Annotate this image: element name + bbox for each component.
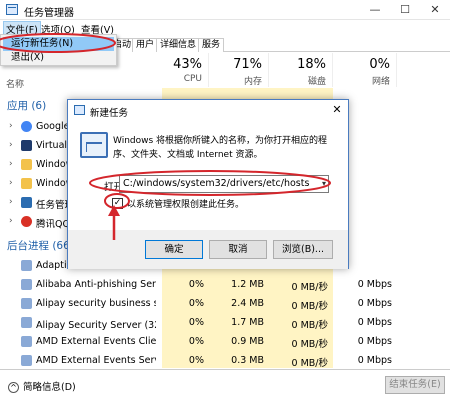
service-icon — [21, 317, 32, 328]
chevron-up-icon: ^ — [8, 382, 19, 393]
run-dialog-icon — [80, 132, 108, 158]
network-cell: 0 Mbps — [357, 317, 392, 328]
process-row[interactable]: Alipay Security Server (32 位) 0% 1.7 MB … — [0, 313, 450, 332]
file-menu-dropdown: 运行新任务(N) 退出(X) — [0, 34, 117, 66]
chevron-right-icon[interactable]: › — [9, 216, 13, 226]
disk-cell: 0 MB/秒 — [291, 320, 328, 331]
service-icon — [21, 336, 32, 347]
fewer-details-label: 简略信息(D) — [23, 382, 76, 393]
cpu-cell: 0% — [188, 317, 204, 328]
network-percent: 0% — [369, 57, 390, 72]
virtualbox-icon — [21, 140, 32, 151]
dialog-button-bar: 确定 取消 浏览(B)... — [68, 230, 348, 269]
chevron-right-icon[interactable]: › — [9, 140, 13, 150]
service-icon — [21, 355, 32, 366]
column-header-cpu[interactable]: 43% CPU — [162, 53, 209, 87]
minimize-button[interactable]: — — [360, 0, 390, 20]
chrome-icon — [21, 121, 32, 132]
dialog-close-button[interactable]: ✕ — [326, 100, 348, 121]
tab-details[interactable]: 详细信息 — [156, 38, 201, 52]
end-task-button[interactable]: 结束任务(E) — [385, 376, 445, 394]
menu-item-run-new-task[interactable]: 运行新任务(N) — [3, 37, 114, 51]
disk-percent: 18% — [297, 57, 326, 72]
memory-percent: 71% — [233, 57, 262, 72]
tab-services[interactable]: 服务 — [198, 38, 225, 52]
process-name: Alipay Security Server (32 位) — [36, 320, 156, 331]
disk-cell: 0 MB/秒 — [291, 301, 328, 312]
memory-cell: 0.3 MB — [231, 355, 264, 366]
maximize-button[interactable]: ☐ — [390, 0, 420, 20]
bottom-bar: ^ 简略信息(D) 结束任务(E) — [0, 369, 450, 401]
network-cell: 0 Mbps — [357, 355, 392, 366]
memory-cell: 0.9 MB — [231, 336, 264, 347]
column-header-memory[interactable]: 71% 内存 — [209, 53, 269, 87]
group-title-background: 后台进程 (66 — [7, 240, 70, 252]
qq-icon — [21, 216, 32, 227]
chevron-right-icon[interactable]: › — [9, 197, 13, 207]
process-name: AMD External Events Service... — [36, 355, 156, 366]
network-label: 网络 — [371, 77, 390, 87]
memory-cell: 1.7 MB — [231, 317, 264, 328]
folder-icon — [21, 159, 32, 170]
new-task-dialog: 新建任务 ✕ Windows 将根据你所键入的名称，为你打开相应的程序、文件夹、… — [67, 99, 349, 269]
task-manager-icon — [21, 197, 32, 208]
task-manager-icon — [6, 4, 18, 15]
run-icon — [74, 105, 85, 115]
disk-cell: 0 MB/秒 — [291, 282, 328, 293]
process-name: AMD External Events Client ... — [36, 336, 156, 347]
memory-cell: 2.4 MB — [231, 298, 264, 309]
cpu-percent: 43% — [173, 57, 202, 72]
process-row[interactable]: AMD External Events Client ... 0% 0.9 MB… — [0, 332, 450, 351]
disk-cell: 0 MB/秒 — [291, 339, 328, 350]
chevron-right-icon[interactable]: › — [9, 178, 13, 188]
service-icon — [21, 279, 32, 290]
cancel-button[interactable]: 取消 — [209, 240, 267, 259]
network-cell: 0 Mbps — [357, 298, 392, 309]
fewer-details-toggle[interactable]: ^ 简略信息(D) — [8, 379, 76, 393]
ok-button[interactable]: 确定 — [145, 240, 203, 259]
cpu-cell: 0% — [188, 298, 204, 309]
network-cell: 0 Mbps — [357, 336, 392, 347]
window-title: 任务管理器 — [24, 8, 74, 19]
memory-cell: 1.2 MB — [231, 279, 264, 290]
service-icon — [21, 298, 32, 309]
process-row[interactable]: AMD External Events Service... 0% 0.3 MB… — [0, 351, 450, 370]
menu-item-exit[interactable]: 退出(X) — [3, 51, 114, 65]
browse-button[interactable]: 浏览(B)... — [273, 240, 333, 259]
group-title-apps: 应用 (6) — [7, 100, 47, 112]
dialog-title: 新建任务 — [90, 108, 129, 119]
dropdown-arrow-icon[interactable]: ▾ — [319, 176, 329, 192]
open-input[interactable]: C:/windows/system32/drivers/etc/hosts — [119, 175, 329, 193]
close-button[interactable]: ✕ — [420, 0, 450, 20]
folder-icon — [21, 178, 32, 189]
network-cell: 0 Mbps — [357, 279, 392, 290]
chevron-right-icon[interactable]: › — [9, 159, 13, 169]
tab-users[interactable]: 用户 — [132, 38, 159, 52]
title-bar: 任务管理器 — ☐ ✕ — [0, 0, 450, 20]
cpu-cell: 0% — [188, 355, 204, 366]
dialog-description: Windows 将根据你所键入的名称，为你打开相应的程序、文件夹、文档或 Int… — [113, 136, 328, 160]
admin-checkbox[interactable]: ✓ — [112, 198, 123, 209]
disk-label: 磁盘 — [307, 77, 326, 87]
admin-checkbox-label: 以系统管理权限创建此任务。 — [127, 200, 245, 210]
chevron-right-icon[interactable]: › — [9, 121, 13, 131]
process-row[interactable]: Alipay security business servi... 0% 2.4… — [0, 294, 450, 313]
column-header-network[interactable]: 0% 网络 — [333, 53, 397, 87]
column-header-disk[interactable]: 18% 磁盘 — [269, 53, 333, 87]
service-icon — [21, 260, 32, 271]
cpu-label: CPU — [183, 74, 202, 84]
memory-label: 内存 — [243, 77, 262, 87]
process-name: Alibaba Anti-phishing Servic... — [36, 279, 156, 290]
column-header-name[interactable]: 名称 — [6, 77, 24, 90]
disk-cell: 0 MB/秒 — [291, 358, 328, 369]
process-row[interactable]: Alibaba Anti-phishing Servic... 0% 1.2 M… — [0, 275, 450, 294]
process-name: Alipay security business servi... — [36, 298, 156, 309]
dialog-title-bar: 新建任务 ✕ — [68, 100, 348, 121]
cpu-cell: 0% — [188, 279, 204, 290]
cpu-cell: 0% — [188, 336, 204, 347]
